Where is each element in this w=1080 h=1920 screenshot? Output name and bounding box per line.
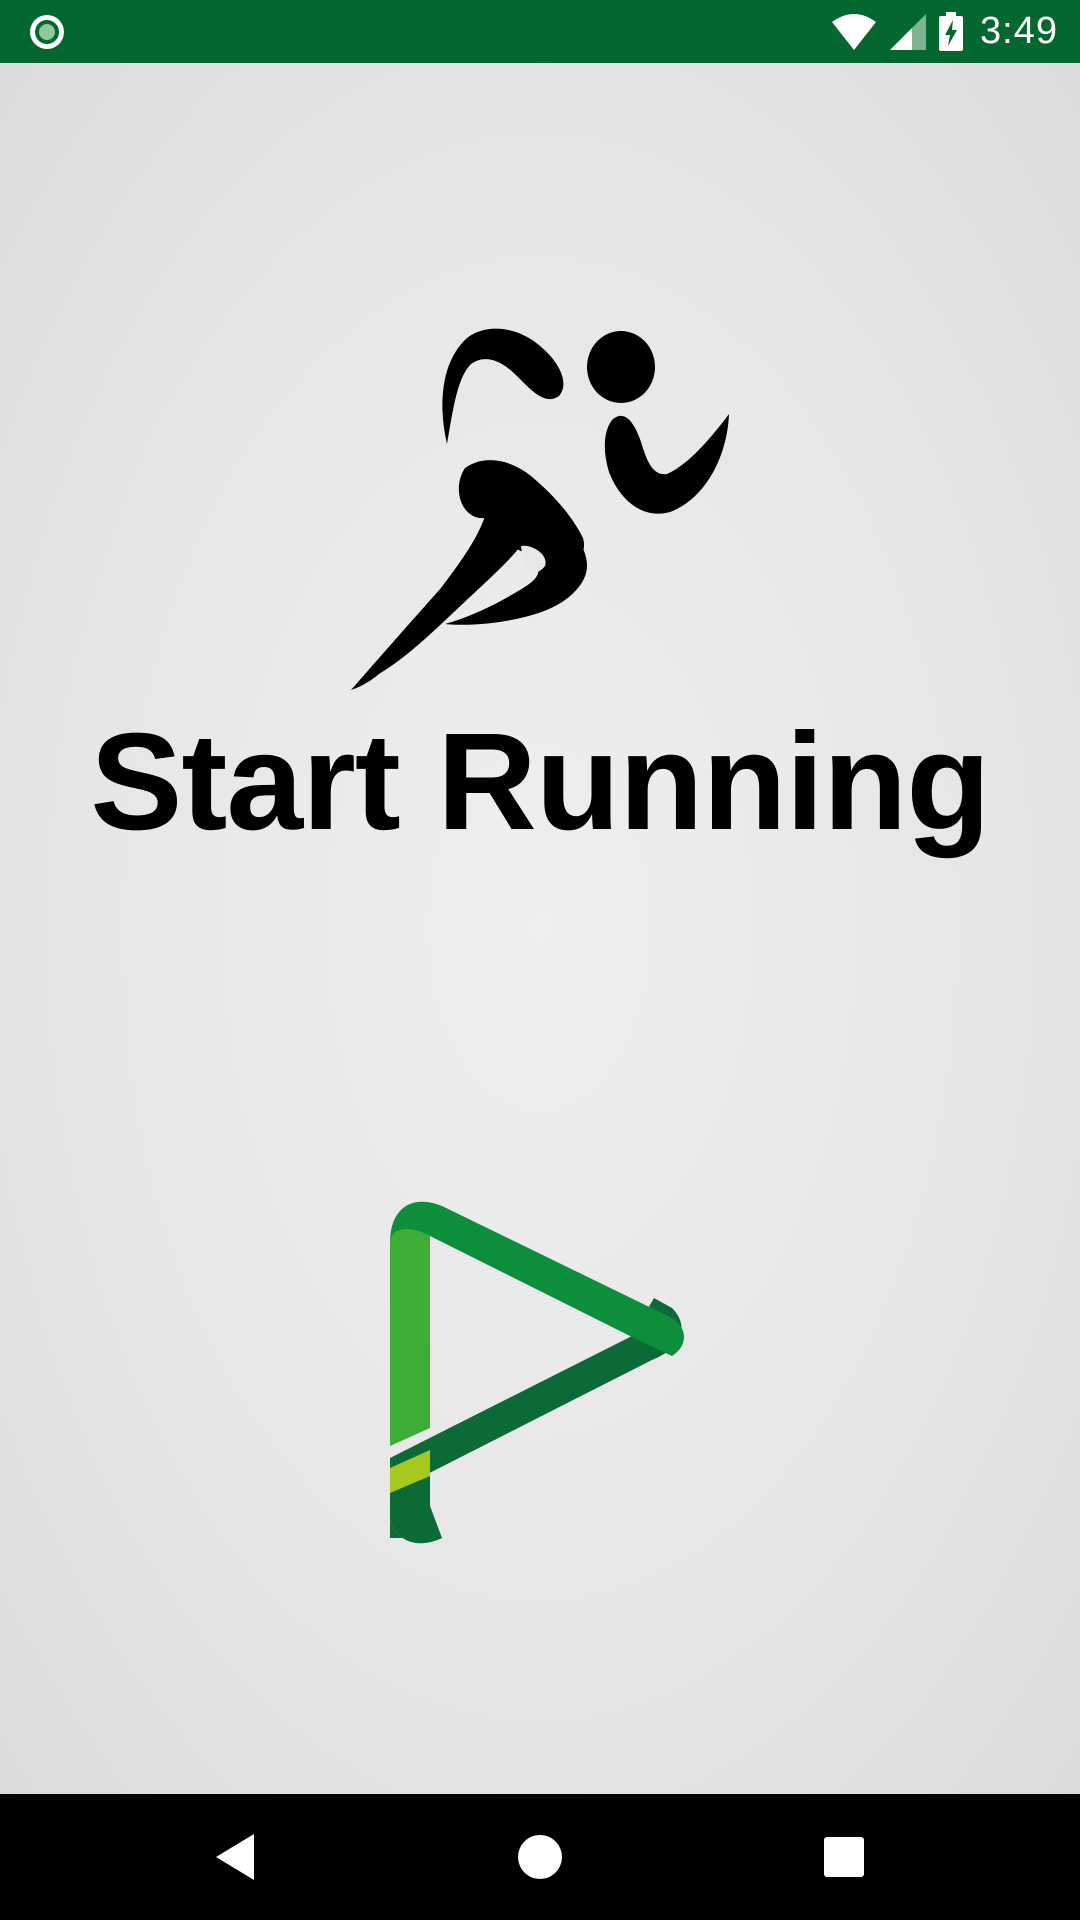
recents-icon[interactable] xyxy=(809,1822,879,1892)
navigation-bar xyxy=(0,1794,1080,1920)
battery-charging-icon xyxy=(939,11,964,51)
notification-dot-icon xyxy=(30,15,64,49)
back-icon[interactable] xyxy=(202,1822,272,1892)
home-icon[interactable] xyxy=(505,1822,575,1892)
status-time: 3:49 xyxy=(980,10,1058,52)
cell-signal-icon xyxy=(890,13,927,50)
screen: 3:49 Start Running xyxy=(0,0,1080,1920)
runner-icon xyxy=(351,328,729,690)
wifi-icon xyxy=(832,13,877,50)
status-icons: 3:49 xyxy=(830,0,1058,63)
start-running-button[interactable] xyxy=(372,1188,702,1548)
play-icon xyxy=(390,1201,684,1544)
status-bar: 3:49 xyxy=(0,0,1080,63)
app-title: Start Running xyxy=(90,705,990,859)
main-content: Start Running xyxy=(0,63,1080,1794)
